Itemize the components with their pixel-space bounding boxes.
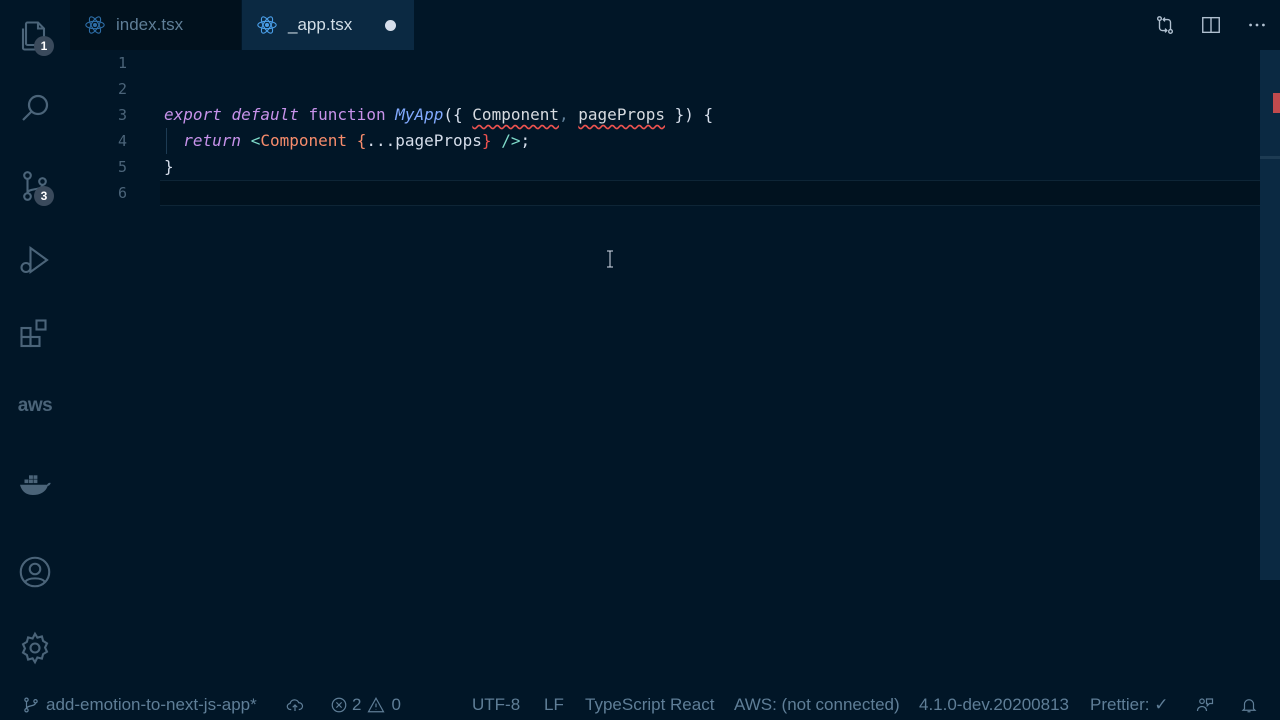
account-button[interactable] [0, 542, 70, 602]
feedback-button[interactable] [1196, 690, 1214, 720]
cloud-upload-icon [286, 699, 304, 711]
source-control-button[interactable]: 3 [0, 156, 70, 216]
punctuation: ; [520, 131, 531, 150]
jsx-bracket: < [250, 131, 261, 150]
branch-status[interactable]: add-emotion-to-next-js-app* [22, 690, 257, 720]
jsx-brace: { [356, 131, 367, 150]
split-editor-icon [1202, 16, 1220, 34]
settings-button[interactable] [0, 618, 70, 678]
source-control-badge: 3 [34, 186, 54, 206]
jsx-bracket: /> [491, 131, 521, 150]
extensions-icon [20, 319, 47, 348]
keyword-default: default [231, 105, 299, 124]
punctuation: }) { [664, 105, 714, 124]
jsx-brace: } [481, 131, 492, 150]
feedback-icon [1196, 698, 1214, 712]
status-bar: add-emotion-to-next-js-app* 2 0 UTF-8 LF… [0, 690, 1280, 720]
tab-app-tsx[interactable]: _app.tsx [242, 0, 414, 50]
docker-icon [20, 475, 51, 495]
encoding-status[interactable]: UTF-8 [472, 690, 520, 720]
activity-bar: 1 3 aws [0, 0, 70, 690]
line-number: 2 [117, 80, 127, 98]
tab-index-tsx[interactable]: index.tsx [70, 0, 242, 50]
ellipsis-icon [1249, 23, 1265, 27]
run-debug-button[interactable] [0, 230, 70, 290]
error-count: 2 [352, 695, 362, 714]
code-editor[interactable]: 1 2 3 4 5 6 export default function MyAp… [70, 50, 1260, 690]
account-icon [19, 556, 51, 588]
code-line-4: return <Component {...pageProps} />; [164, 128, 713, 154]
docker-button[interactable] [0, 454, 70, 514]
param-component: Component [472, 105, 559, 124]
spread-expression: ...pageProps [366, 131, 482, 150]
line-number: 4 [117, 132, 127, 150]
extensions-button[interactable] [0, 304, 70, 364]
open-changes-button[interactable] [1142, 0, 1188, 50]
keyword-function: function [308, 105, 386, 124]
search-icon [22, 94, 49, 121]
typescript-version-status[interactable]: 4.1.0-dev.20200813 [919, 690, 1069, 720]
error-marker [1273, 93, 1280, 113]
tab-label: _app.tsx [288, 15, 353, 34]
explorer-badge: 1 [34, 36, 54, 56]
explorer-button[interactable]: 1 [0, 6, 70, 66]
aws-button[interactable]: aws [0, 376, 70, 436]
search-button[interactable] [0, 78, 70, 138]
problems-status[interactable]: 2 0 [330, 690, 401, 720]
tab-label: index.tsx [116, 15, 184, 34]
split-editor-button[interactable] [1188, 0, 1234, 50]
keyword-return: return [183, 131, 242, 150]
line-number: 3 [117, 106, 127, 124]
keyword-export: export [164, 105, 222, 124]
punctuation: ({ [443, 105, 473, 124]
compare-changes-icon [1156, 16, 1174, 34]
eol-status[interactable]: LF [544, 690, 564, 720]
bell-icon [1241, 699, 1257, 713]
function-name: MyApp [395, 105, 444, 124]
gear-icon [21, 631, 49, 665]
react-icon [85, 16, 105, 34]
cursor-position-marker [1260, 156, 1280, 159]
branch-name: add-emotion-to-next-js-app* [46, 695, 257, 714]
warning-icon [367, 697, 385, 713]
line-number: 1 [117, 54, 127, 72]
editor-actions [1142, 0, 1280, 50]
jsx-tag: Component [260, 131, 348, 150]
notifications-button[interactable] [1240, 690, 1258, 720]
code-line-3: export default function MyApp({ Componen… [164, 102, 713, 128]
vertical-scrollbar[interactable] [1260, 50, 1280, 580]
param-pageprops: pageProps [578, 105, 665, 124]
react-icon [257, 16, 277, 34]
aws-status[interactable]: AWS: (not connected) [734, 690, 900, 720]
punctuation: , [559, 105, 569, 124]
line-number: 5 [117, 158, 127, 176]
unsaved-dot-icon[interactable] [385, 19, 396, 31]
punctuation: } [164, 157, 174, 176]
prettier-status[interactable]: Prettier: ✓ [1090, 690, 1168, 720]
aws-icon: aws [17, 395, 53, 416]
git-branch-icon [24, 697, 38, 713]
line-number: 6 [117, 184, 127, 202]
language-mode-status[interactable]: TypeScript React [585, 690, 714, 720]
publish-button[interactable] [286, 690, 304, 720]
error-icon [331, 697, 347, 713]
code-line-5: } [164, 154, 713, 180]
run-debug-icon [20, 245, 49, 275]
line-number-gutter: 1 2 3 4 5 6 [70, 50, 160, 206]
code-content[interactable]: export default function MyApp({ Componen… [164, 50, 713, 206]
more-actions-button[interactable] [1234, 0, 1280, 50]
warning-count: 0 [391, 695, 401, 714]
text-cursor-icon [607, 250, 613, 268]
tab-bar: index.tsx _app.tsx [70, 0, 1280, 50]
